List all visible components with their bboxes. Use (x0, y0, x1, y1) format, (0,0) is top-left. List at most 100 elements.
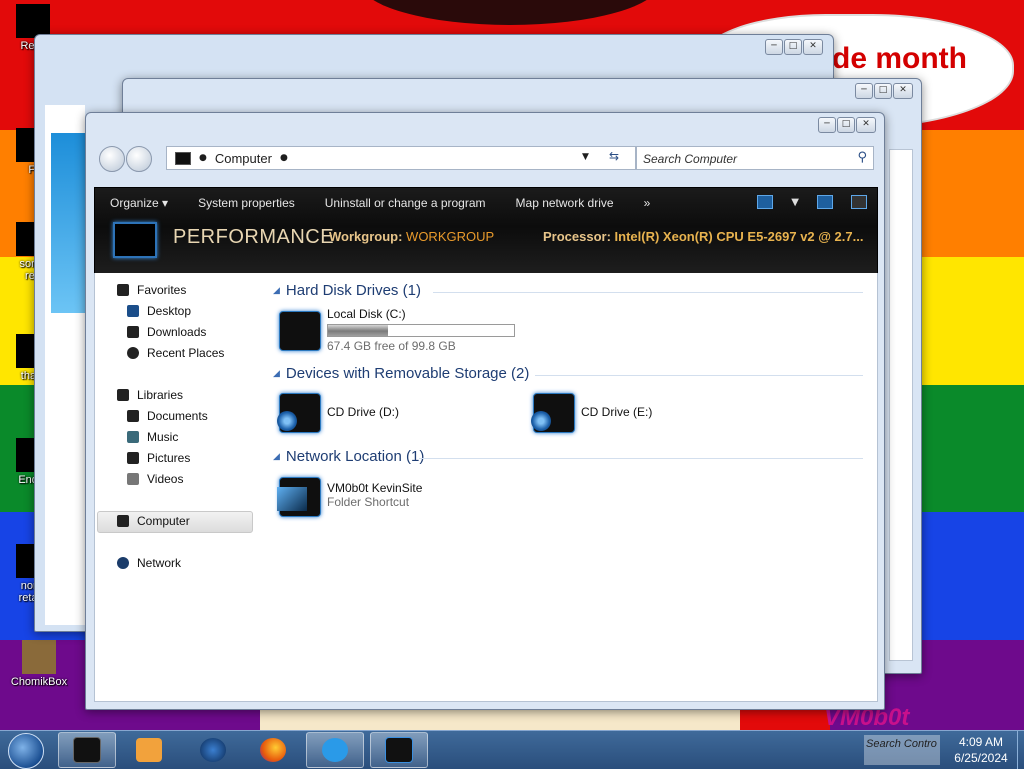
collapse-triangle-icon[interactable]: ◢ (273, 285, 280, 296)
cd-drive-icon (529, 389, 575, 435)
computer-icon (175, 151, 191, 165)
firefox-icon (260, 738, 286, 762)
breadcrumb-computer[interactable]: Computer (215, 151, 272, 166)
maximize-button[interactable]: □ (837, 117, 855, 133)
nav-recent-places[interactable]: Recent Places (127, 346, 224, 360)
search-icon[interactable]: ⚲ (857, 150, 867, 165)
nav-documents[interactable]: Documents (127, 409, 208, 423)
close-icon[interactable]: ✕ (893, 83, 913, 99)
view-options-icon[interactable] (757, 195, 774, 209)
nav-computer[interactable]: Computer (117, 514, 190, 528)
refresh-icon[interactable]: ⇆ (609, 149, 619, 163)
taskbar: Search Contro 4:09 AM 6/25/2024 (0, 730, 1024, 769)
search-input[interactable]: Search Computer ⚲ (636, 146, 874, 170)
notification-area[interactable]: Search Contro (864, 735, 940, 765)
drive-e[interactable]: CD Drive (E:) (529, 389, 652, 435)
computer-icon (117, 515, 129, 527)
computer-window[interactable]: ─ □ ✕ ● Computer ● ▼ ⇆ Search Computer ⚲… (85, 112, 885, 710)
workgroup-info: Workgroup: WORKGROUP (329, 229, 495, 244)
group-removable-storage[interactable]: ◢ Devices with Removable Storage (2) (273, 365, 529, 382)
minimize-icon[interactable]: ─ (765, 39, 783, 55)
clock-date: 6/25/2024 (954, 751, 1008, 765)
system-properties-button[interactable]: System properties (183, 196, 310, 210)
documents-icon (127, 410, 139, 422)
taskbar-app-firefox[interactable] (244, 732, 302, 768)
map-network-drive-button[interactable]: Map network drive (501, 196, 629, 210)
network-icon (117, 557, 129, 569)
globe-icon (200, 738, 226, 762)
search-placeholder: Search Computer (643, 152, 738, 166)
details-pane: PERFORMANCE Workgroup: WORKGROUP Process… (95, 218, 877, 274)
minimize-icon[interactable]: ─ (855, 83, 873, 99)
wallpaper-bubble-text: de month (832, 42, 967, 75)
breadcrumb-arrow-icon[interactable]: ● (199, 153, 207, 163)
hard-disk-icon (275, 307, 321, 353)
clock-time: 4:09 AM (958, 735, 1004, 749)
music-icon (127, 431, 139, 443)
navigation-pane: Favorites Desktop Downloads Recent Place… (95, 273, 260, 701)
processor-info: Processor: Intel(R) Xeon(R) CPU E5-2697 … (543, 229, 864, 244)
network-folder-icon (275, 473, 321, 519)
monitor-app-icon (73, 737, 101, 763)
address-bar[interactable]: ● Computer ● (166, 146, 636, 170)
uninstall-program-button[interactable]: Uninstall or change a program (310, 196, 501, 210)
recent-places-icon (127, 347, 139, 359)
network-shortcut[interactable]: VM0b0t KevinSite Folder Shortcut (275, 473, 422, 519)
nav-favorites[interactable]: Favorites (117, 283, 186, 297)
items-pane: ◢ Hard Disk Drives (1) Local Disk (C:) 67… (263, 273, 877, 701)
collapse-triangle-icon[interactable]: ◢ (273, 368, 280, 379)
disk-usage-bar (327, 324, 515, 337)
more-commands-button[interactable]: » (629, 196, 666, 210)
close-button[interactable]: ✕ (856, 117, 876, 133)
maximize-icon[interactable]: □ (784, 39, 802, 55)
show-desktop-button[interactable] (1017, 731, 1024, 769)
nav-desktop[interactable]: Desktop (127, 304, 191, 318)
taskbar-app-globe[interactable] (184, 732, 242, 768)
clock[interactable]: 4:09 AM 6/25/2024 (946, 734, 1016, 766)
content-area: Favorites Desktop Downloads Recent Place… (94, 273, 878, 702)
forward-button[interactable] (126, 146, 152, 172)
back-button[interactable] (99, 146, 125, 172)
computer-icon (385, 737, 413, 763)
libraries-icon (117, 389, 129, 401)
collapse-triangle-icon[interactable]: ◢ (273, 451, 280, 462)
nav-downloads[interactable]: Downloads (127, 325, 206, 339)
maximize-icon[interactable]: □ (874, 83, 892, 99)
taskbar-app-media-player[interactable] (120, 732, 178, 768)
view-dropdown-icon[interactable]: ▼ (791, 197, 799, 208)
organize-button[interactable]: Organize ▾ (95, 196, 183, 210)
help-icon[interactable] (851, 195, 867, 209)
computer-monitor-icon (113, 222, 157, 258)
nav-network[interactable]: Network (117, 556, 181, 570)
command-bar: Organize ▾ System properties Uninstall o… (94, 187, 878, 275)
address-row: ● Computer ● ▼ ⇆ Search Computer ⚲ (96, 141, 874, 175)
preview-pane-icon[interactable] (817, 195, 833, 209)
nav-pictures[interactable]: Pictures (127, 451, 190, 465)
favorites-icon (117, 284, 129, 296)
group-hard-disk-drives[interactable]: ◢ Hard Disk Drives (1) (273, 282, 421, 299)
cd-drive-icon (275, 389, 321, 435)
breadcrumb-arrow-icon[interactable]: ● (280, 153, 288, 163)
nav-music[interactable]: Music (127, 430, 178, 444)
videos-icon (127, 473, 139, 485)
computer-name: PERFORMANCE (173, 226, 335, 248)
close-icon[interactable]: ✕ (803, 39, 823, 55)
desktop-icon-chomikbox[interactable]: ChomikBox (6, 640, 72, 688)
taskbar-app-computer[interactable] (370, 732, 428, 768)
pictures-icon (127, 452, 139, 464)
group-network-location[interactable]: ◢ Network Location (1) (273, 448, 424, 465)
address-dropdown-icon[interactable]: ▼ (582, 152, 589, 162)
drive-c[interactable]: Local Disk (C:) 67.4 GB free of 99.8 GB (275, 307, 515, 353)
taskbar-app-internet-explorer[interactable] (306, 732, 364, 768)
nav-videos[interactable]: Videos (127, 472, 183, 486)
internet-explorer-icon (322, 738, 348, 762)
chomikbox-icon (22, 640, 56, 674)
desktop-icon (127, 305, 139, 317)
taskbar-app-monitor[interactable] (58, 732, 116, 768)
minimize-button[interactable]: ─ (818, 117, 836, 133)
media-player-icon (136, 738, 162, 762)
recycle-bin-icon (16, 4, 50, 38)
drive-d[interactable]: CD Drive (D:) (275, 389, 399, 435)
start-button[interactable] (8, 733, 44, 769)
nav-libraries[interactable]: Libraries (117, 388, 183, 402)
